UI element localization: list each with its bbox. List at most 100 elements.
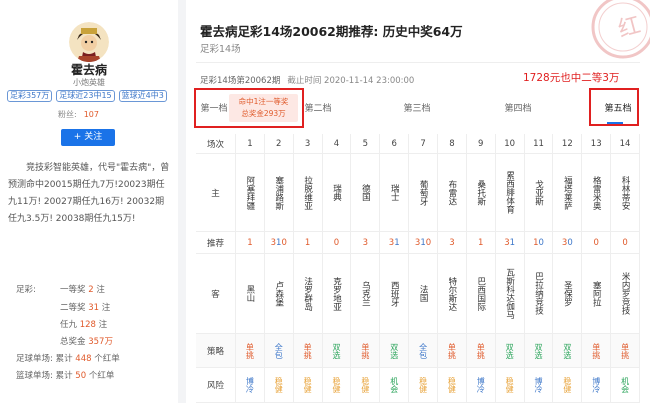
recommendation: 0 xyxy=(582,232,612,253)
risk-tag: 博冷 xyxy=(236,368,265,402)
away-team-name: 特尔斯达 xyxy=(446,276,457,311)
recommendation: 310 xyxy=(265,232,294,253)
svg-text:红: 红 xyxy=(616,13,644,43)
risk-text: 机会 xyxy=(389,377,399,393)
tab-tier-3[interactable]: 第三档 xyxy=(399,92,435,126)
fans-label: 粉丝: xyxy=(58,110,77,119)
recommendation: 10 xyxy=(525,232,554,253)
badge-basketball: 篮球近4中3 xyxy=(118,90,167,102)
away-team: 瓦斯科达伽马 xyxy=(496,254,525,333)
stat-basketball-suffix: 个红单 xyxy=(88,371,115,381)
match-number: 10 xyxy=(496,134,525,153)
risk-tag: 博冷 xyxy=(525,368,554,402)
home-team-name: 德国 xyxy=(360,184,371,201)
away-team-name: 法国 xyxy=(418,285,429,302)
home-team: 格雷米奥 xyxy=(582,154,612,231)
recommendation: 31 xyxy=(380,232,410,253)
stamp-icon: 红 xyxy=(591,0,650,59)
stat-second-prize-value: 31 xyxy=(88,303,100,313)
home-team: 阿塞拜疆 xyxy=(236,154,265,231)
match-number: 2 xyxy=(265,134,294,153)
match-number: 3 xyxy=(294,134,323,153)
match-number: 7 xyxy=(409,134,438,153)
active-tab-indicator xyxy=(607,122,623,124)
risk-text: 稳健 xyxy=(303,377,313,393)
article-title: 霍去病足彩14场20062期推荐: 历史中奖64万 xyxy=(200,24,463,39)
home-team-name: 布雷达 xyxy=(446,179,457,206)
away-team: 巴西国际 xyxy=(467,254,496,333)
table-row-away: 客黑山 卢森堡 法罗群岛 克罗地亚 乌克兰 西班牙 法国 特尔斯达 巴西国际 瓦斯科达伽马 巴拉纳竞… xyxy=(196,254,640,334)
strategy-tag: 全包 xyxy=(265,334,294,367)
away-team: 巴拉纳竞技 xyxy=(525,254,554,333)
avatar[interactable] xyxy=(69,22,109,62)
strategy-tag: 双选 xyxy=(553,334,583,367)
strategy-tag: 单挑 xyxy=(236,334,265,367)
highlight-box-tier-5 xyxy=(589,88,639,126)
follow-button[interactable]: + 关注 xyxy=(61,129,115,146)
stat-second-prize-label: 二等奖 xyxy=(60,303,86,313)
risk-tag: 稳健 xyxy=(351,368,381,402)
article-panel: 红 霍去病足彩14场20062期推荐: 历史中奖64万 足彩14场 足彩14场第… xyxy=(186,0,650,403)
strategy-tag: 双选 xyxy=(496,334,525,367)
recommendation: 3 xyxy=(438,232,467,253)
match-number: 5 xyxy=(351,134,381,153)
profile-bio: 竞技彩智能英雄，代号"霍去病"，曾预测命中20015期任九7万!20023期任九… xyxy=(8,163,170,224)
rec-pick: 0 xyxy=(333,237,340,248)
article-meta: 足彩14场第20062期 截止时间 2020-11-14 23:00:00 xyxy=(200,74,414,86)
recommendation: 1 xyxy=(236,232,265,253)
rec-pick: 0 xyxy=(567,237,573,248)
away-team-name: 乌克兰 xyxy=(360,280,371,307)
rec-pick: 1 xyxy=(394,237,400,248)
home-team: 累西腓体育 xyxy=(496,154,525,231)
profile-badges: 足彩357万 足球近23中15 篮球近4中3 xyxy=(7,90,177,102)
home-team: 拉脱维亚 xyxy=(294,154,323,231)
rec-pick: 3 xyxy=(449,237,455,248)
stat-zucai-label: 足彩: xyxy=(16,285,36,295)
match-number: 6 xyxy=(380,134,410,153)
risk-tag: 稳健 xyxy=(323,368,352,402)
row-label-rec: 推荐 xyxy=(196,232,236,253)
strategy-text: 全包 xyxy=(418,342,428,359)
article-subtitle: 足彩14场 xyxy=(200,44,241,55)
recommendation: 3 xyxy=(351,232,381,253)
home-team: 桑托斯 xyxy=(467,154,496,231)
stat-total-label: 总奖金 xyxy=(60,337,86,347)
away-team: 乌克兰 xyxy=(351,254,381,333)
strategy-text: 单挑 xyxy=(476,342,486,359)
away-team: 黑山 xyxy=(236,254,265,333)
risk-text: 稳健 xyxy=(562,377,572,393)
risk-tag: 博冷 xyxy=(467,368,496,402)
strategy-text: 双选 xyxy=(389,342,399,359)
away-team: 法国 xyxy=(409,254,438,333)
home-team-name: 瑞典 xyxy=(331,184,342,201)
stat-basketball: 篮球单场: 累计 50 个红单 xyxy=(16,369,114,381)
home-team-name: 塞浦路斯 xyxy=(273,175,284,210)
table-row-strategy: 策略 单挑 全包 单挑 双选 单挑 双选 全包 单挑 单挑 双选 双选 双选 单挑 单挑 xyxy=(196,334,640,368)
tab-tier-4[interactable]: 第四档 xyxy=(500,92,536,126)
stat-second-prize: 二等奖 31 注 xyxy=(60,301,110,313)
stat-ren9: 任九 128 注 xyxy=(60,318,107,330)
risk-text: 机会 xyxy=(620,377,630,393)
away-team: 卢森堡 xyxy=(265,254,294,333)
badge-zucai: 足彩357万 xyxy=(7,90,53,102)
stat-football: 足球单场: 累计 448 个红单 xyxy=(16,352,120,364)
strategy-tag: 单挑 xyxy=(438,334,467,367)
recommendation: 1 xyxy=(294,232,323,253)
home-team-name: 格雷米奥 xyxy=(591,175,602,210)
profile-title: 小炮英雄 xyxy=(73,78,105,87)
risk-tag: 机会 xyxy=(380,368,410,402)
stat-basketball-prefix: 累计 xyxy=(55,371,73,381)
stat-first-prize-label: 一等奖 xyxy=(60,285,86,295)
home-team: 布雷达 xyxy=(438,154,467,231)
home-team-name: 桑托斯 xyxy=(475,179,486,206)
row-label-home: 主 xyxy=(196,154,236,231)
stat-football-suffix: 个红单 xyxy=(94,354,120,364)
profile-name: 霍去病 xyxy=(70,63,107,77)
away-team: 克罗地亚 xyxy=(323,254,352,333)
match-number: 13 xyxy=(582,134,612,153)
tab-tier-2[interactable]: 第二档 xyxy=(300,92,336,126)
home-team: 塞浦路斯 xyxy=(265,154,294,231)
rec-pick: 1 xyxy=(509,237,516,248)
home-team-name: 福塔莱萨 xyxy=(562,175,573,210)
recommendation: 310 xyxy=(409,232,438,253)
